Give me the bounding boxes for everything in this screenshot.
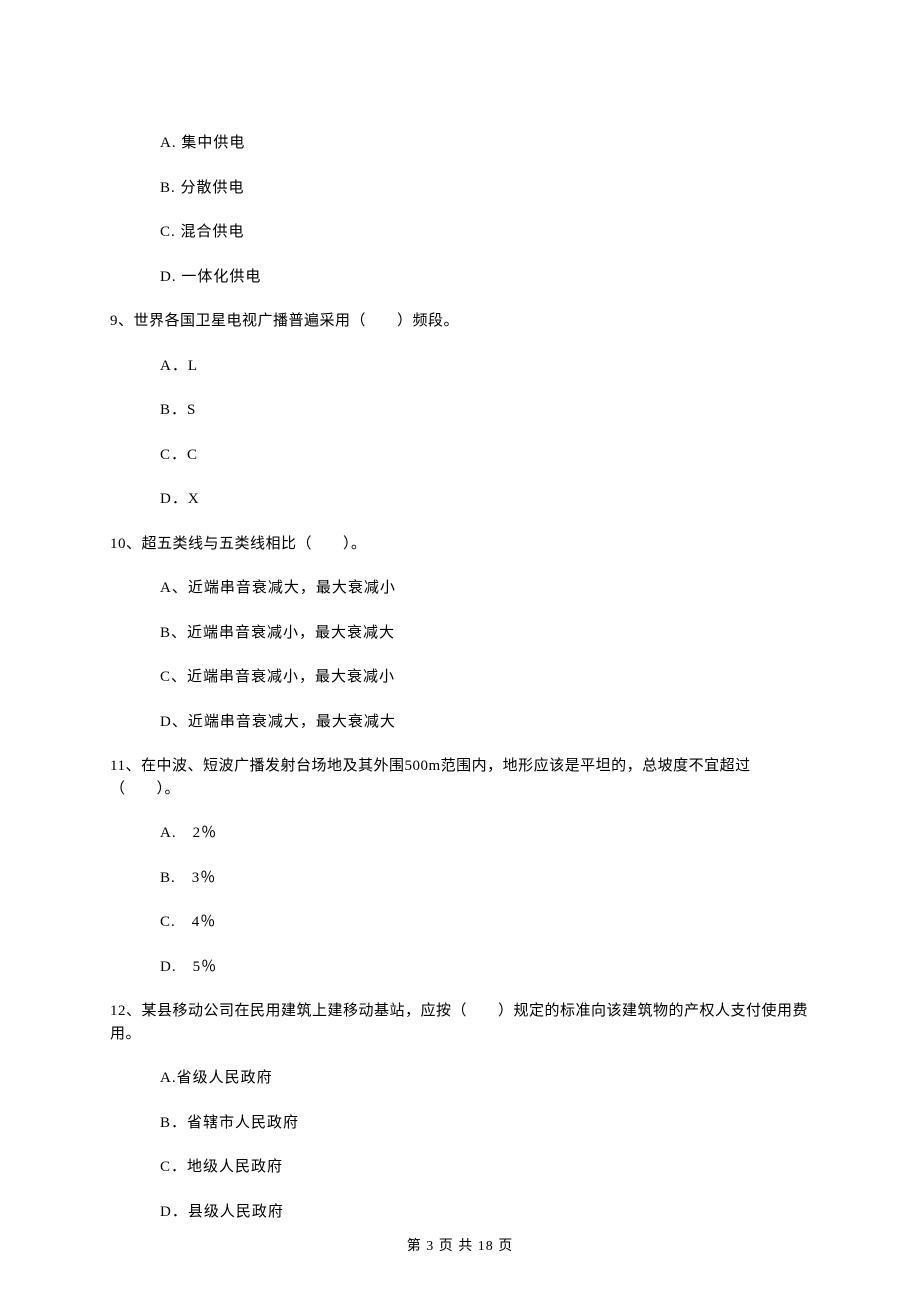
page-footer: 第 3 页 共 18 页 — [0, 1236, 920, 1257]
q9-stem: 9、世界各国卫星电视广播普遍采用（ ）频段。 — [110, 310, 810, 333]
q12-stem: 12、某县移动公司在民用建筑上建移动基站，应按（ ）规定的标准向该建筑物的产权人… — [110, 1000, 810, 1045]
q9-option-b[interactable]: B．S — [160, 399, 810, 422]
q9-option-c[interactable]: C．C — [160, 444, 810, 467]
q8-option-a[interactable]: A. 集中供电 — [160, 132, 810, 155]
q9-option-d[interactable]: D．X — [160, 488, 810, 511]
q9-option-a[interactable]: A．L — [160, 355, 810, 378]
q10-stem: 10、超五类线与五类线相比（ ）。 — [110, 533, 810, 556]
q11-option-d[interactable]: D. 5％ — [160, 956, 810, 979]
q8-option-b[interactable]: B. 分散供电 — [160, 177, 810, 200]
q12-option-c[interactable]: C．地级人民政府 — [160, 1156, 810, 1179]
q11-stem: 11、在中波、短波广播发射台场地及其外围500m范围内，地形应该是平坦的，总坡度… — [110, 755, 810, 800]
q8-option-d[interactable]: D. 一体化供电 — [160, 266, 810, 289]
q12-option-d[interactable]: D．县级人民政府 — [160, 1201, 810, 1224]
q10-option-b[interactable]: B、近端串音衰减小，最大衰减大 — [160, 622, 810, 645]
q10-option-a[interactable]: A、近端串音衰减大，最大衰减小 — [160, 577, 810, 600]
q11-option-c[interactable]: C. 4％ — [160, 911, 810, 934]
q11-option-a[interactable]: A. 2％ — [160, 822, 810, 845]
q10-option-c[interactable]: C、近端串音衰减小，最大衰减小 — [160, 666, 810, 689]
q11-option-b[interactable]: B. 3％ — [160, 867, 810, 890]
q10-option-d[interactable]: D、近端串音衰减大，最大衰减大 — [160, 711, 810, 734]
q8-option-c[interactable]: C. 混合供电 — [160, 221, 810, 244]
q12-option-a[interactable]: A.省级人民政府 — [160, 1067, 810, 1090]
q12-option-b[interactable]: B．省辖市人民政府 — [160, 1112, 810, 1135]
